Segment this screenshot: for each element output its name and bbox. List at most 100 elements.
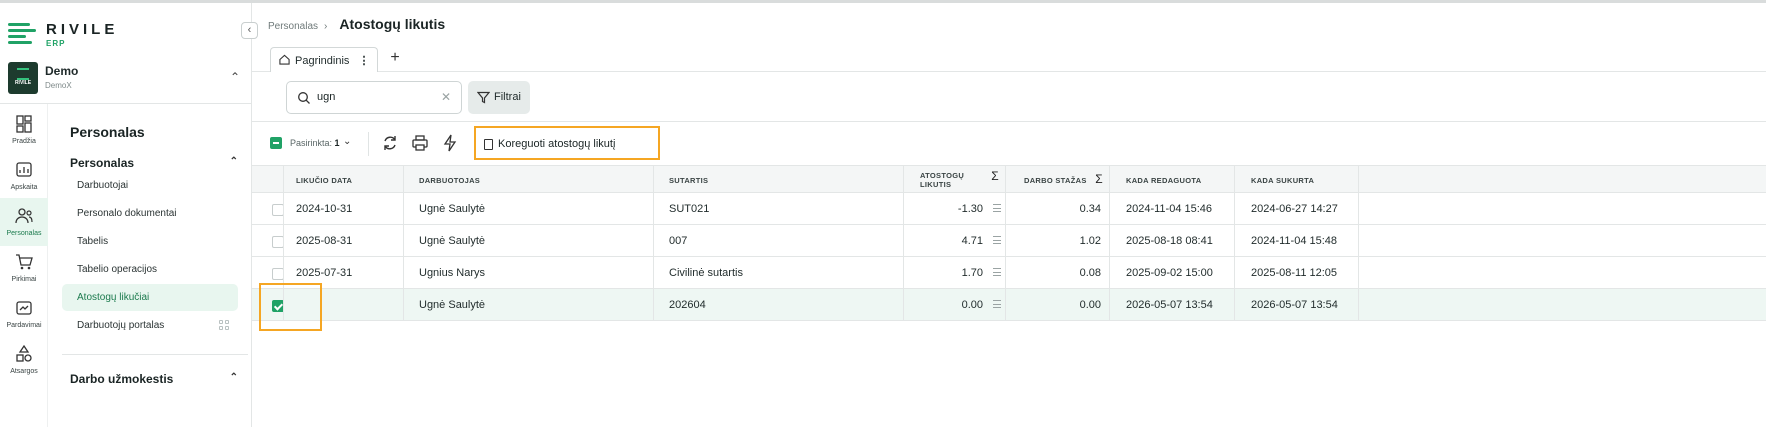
- row-checkbox[interactable]: [272, 204, 283, 216]
- refresh-icon[interactable]: [381, 134, 399, 152]
- submenu-item-tabelio-operacijos[interactable]: Tabelio operacijos: [62, 256, 238, 283]
- table-row[interactable]: 2024-10-31 Ugnė Saulytė SUT021 -1.30 0.3…: [252, 193, 1766, 225]
- submenu-group-darbo-uzmokestis[interactable]: Darbo užmokestis ⌃: [70, 372, 248, 386]
- header-checkbox-col: [252, 166, 284, 193]
- cart-icon: [16, 254, 33, 270]
- rail-item-apskaita[interactable]: Apskaita: [0, 152, 48, 200]
- submenu-item-label: Personalo dokumentai: [77, 208, 177, 219]
- cell-contract: 007: [654, 225, 904, 256]
- company-switcher[interactable]: RIVILE Demo DemoX ⌃: [8, 62, 244, 96]
- submenu-item-darbuotoju-portalas[interactable]: Darbuotojų portalas: [62, 312, 238, 339]
- more-vertical-icon[interactable]: ⋮: [358, 55, 369, 67]
- clear-search-icon[interactable]: ✕: [441, 90, 451, 104]
- tab-pagrindinis[interactable]: Pagrindinis ⋮: [270, 47, 379, 72]
- rail-label: Pradžia: [12, 138, 36, 145]
- selection-prefix: Pasirinkta:: [290, 138, 333, 148]
- detail-lines-icon[interactable]: [993, 300, 1001, 308]
- group-label: Darbo užmokestis: [70, 372, 174, 386]
- cell-contract: SUT021: [654, 193, 904, 224]
- chevron-updown-icon[interactable]: ⌃: [230, 70, 240, 84]
- balance-value: -1.30: [957, 203, 983, 215]
- toolbar-divider: [368, 132, 369, 156]
- header-sutartis[interactable]: SUTARTIS: [654, 166, 904, 193]
- dashboard-icon: [16, 115, 32, 133]
- cell-balance: -1.30: [904, 193, 1006, 224]
- rivile-logo[interactable]: RIVILE ERP: [8, 19, 128, 49]
- rail-item-atsargos[interactable]: Atsargos: [0, 336, 48, 384]
- main-content: Personalas › Atostogų likutis Pagrindinis …: [252, 3, 1766, 427]
- sales-icon: [16, 301, 32, 315]
- rail-item-pirkimai[interactable]: Pirkimai: [0, 244, 48, 292]
- select-all-checkbox[interactable]: [270, 137, 282, 149]
- cell-date: 2025-08-31: [284, 225, 404, 256]
- print-icon[interactable]: [411, 134, 429, 152]
- cell-edited: 2026-05-07 13:54: [1110, 289, 1235, 320]
- submenu-item-personalo-dokumentai[interactable]: Personalo dokumentai: [62, 200, 238, 227]
- add-tab-button[interactable]: +: [384, 49, 406, 69]
- table-header: LIKUČIO DATA DARBUOTOJAS SUTARTIS ATOSTO…: [252, 165, 1766, 193]
- chevron-right-icon: ›: [324, 21, 328, 32]
- submenu-item-label: Atostogų likučiai: [77, 292, 150, 303]
- header-atostogu-likutis[interactable]: ATOSTOGŲ LIKUTIS Σ: [904, 166, 1006, 193]
- row-checkbox[interactable]: [272, 268, 283, 280]
- header-kada-sukurta[interactable]: KADA SUKURTA: [1235, 166, 1359, 193]
- grid-toolbar: Pasirinkta: 1 ⌄ Koreguoti atostogų likut…: [268, 126, 1766, 162]
- header-darbo-stazas[interactable]: DARBO STAŽAS Σ: [1006, 166, 1110, 193]
- table-row[interactable]: 2025-08-31 Ugnė Saulytė 007 4.71 1.02 20…: [252, 225, 1766, 257]
- checkbox-cell: [252, 225, 284, 256]
- rail-label: Pirkimai: [11, 276, 37, 283]
- submenu-item-darbuotojai[interactable]: Darbuotojai: [62, 172, 238, 199]
- chevron-up-icon: ⌃: [229, 156, 238, 167]
- header-kada-redaguota[interactable]: KADA REDAGUOTA: [1110, 166, 1235, 193]
- cell-balance: 0.00: [904, 289, 1006, 320]
- rail-label: Atsargos: [10, 368, 38, 375]
- cell-edited: 2025-09-02 15:00: [1110, 257, 1235, 288]
- rail-label: Personalas: [6, 230, 42, 237]
- selection-count[interactable]: Pasirinkta: 1: [290, 138, 340, 148]
- lightning-icon[interactable]: [441, 134, 459, 152]
- header-darbuotojas[interactable]: DARBUOTOJAS: [404, 166, 654, 193]
- module-rail: Pradžia Apskaita Personalas Pirkimai Par…: [0, 104, 48, 427]
- detail-lines-icon[interactable]: [993, 236, 1001, 244]
- cell-date: 2024-10-31: [284, 193, 404, 224]
- rail-item-pardavimai[interactable]: Pardavimai: [0, 290, 48, 338]
- cell-employee: Ugnius Narys: [404, 257, 654, 288]
- rail-item-pradzia[interactable]: Pradžia: [0, 106, 48, 154]
- balance-value: 4.71: [961, 235, 983, 247]
- cell-tenure: 0.00: [1006, 289, 1110, 320]
- detail-lines-icon[interactable]: [993, 268, 1001, 276]
- cell-created: 2025-08-11 12:05: [1235, 257, 1359, 288]
- filters-button[interactable]: Filtrai: [468, 81, 530, 114]
- search-input[interactable]: ugn ✕: [286, 81, 462, 114]
- detail-lines-icon[interactable]: [993, 204, 1001, 212]
- row-checkbox[interactable]: [272, 236, 283, 248]
- balance-value: 0.00: [961, 299, 983, 311]
- submenu-item-tabelis[interactable]: Tabelis: [62, 228, 238, 255]
- search-value: ugn: [317, 91, 336, 103]
- submenu-group-personalas[interactable]: Personalas ⌃: [70, 156, 248, 170]
- selection-number: 1: [334, 138, 340, 148]
- rail-item-personalas[interactable]: Personalas: [0, 198, 48, 246]
- table-row[interactable]: 2025-07-31 Ugnius Narys Civilinė sutarti…: [252, 257, 1766, 289]
- header-likucio-data[interactable]: LIKUČIO DATA: [284, 166, 404, 193]
- app-window: RIVILE ERP RIVILE Demo DemoX ⌃ ‹ Pradžia…: [0, 0, 1766, 427]
- edit-vacation-balance-button[interactable]: Koreguoti atostogų likutį: [474, 126, 660, 160]
- logo-text: RIVILE: [46, 21, 119, 38]
- sum-icon[interactable]: Σ: [991, 170, 999, 182]
- rail-label: Pardavimai: [6, 322, 42, 329]
- cell-edited: 2025-08-18 08:41: [1110, 225, 1235, 256]
- submenu-divider: [62, 354, 248, 355]
- cell-edited: 2024-11-04 15:46: [1110, 193, 1235, 224]
- chevron-down-icon[interactable]: ⌄: [343, 136, 351, 147]
- company-logo: RIVILE: [8, 62, 38, 94]
- table-row-selected[interactable]: Ugnė Saulytė 202604 0.00 0.00 2026-05-07…: [252, 289, 1766, 321]
- group-label: Personalas: [70, 156, 135, 170]
- search-icon: [298, 92, 310, 104]
- submenu-item-atostogu-likuciai[interactable]: Atostogų likučiai: [62, 284, 238, 311]
- collapse-sidebar-button[interactable]: ‹: [241, 22, 258, 39]
- brand-panel: RIVILE ERP RIVILE Demo DemoX ⌃: [0, 3, 252, 104]
- breadcrumb-parent[interactable]: Personalas: [268, 21, 318, 32]
- cell-tenure: 0.34: [1006, 193, 1110, 224]
- sum-icon[interactable]: Σ: [1095, 172, 1103, 186]
- inventory-icon: [16, 344, 32, 362]
